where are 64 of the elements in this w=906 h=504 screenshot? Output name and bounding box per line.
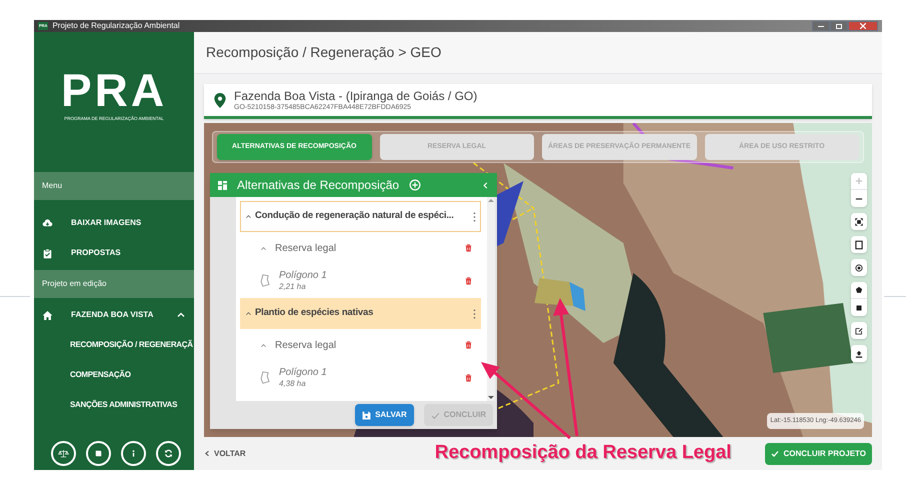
home-icon — [42, 310, 53, 320]
checkmark-icon — [771, 450, 780, 458]
upload-icon — [854, 348, 864, 358]
farm-menu-item[interactable]: FAZENDA BOA VISTA — [34, 300, 194, 330]
scale-icon — [58, 448, 69, 459]
submenu-item[interactable]: RECOMPOSIÇÃO / REGENERAÇÃ — [70, 339, 193, 351]
maximize-button[interactable] — [830, 21, 848, 31]
trash-icon[interactable] — [464, 340, 473, 350]
submenu-item[interactable]: SANÇÕES ADMINISTRATIVAS — [70, 399, 178, 411]
back-link[interactable]: VOLTAR — [204, 448, 246, 460]
polygon-name: Polígono 1 — [279, 367, 327, 379]
close-button[interactable] — [848, 21, 878, 31]
edit-icon — [854, 326, 864, 336]
trash-icon[interactable] — [464, 276, 473, 286]
dashboard-icon — [218, 180, 227, 190]
refresh-button[interactable] — [156, 441, 181, 466]
alternative-item[interactable]: Plantio de espécies nativas — [240, 298, 481, 329]
window-title: Projeto de Regularização Ambiental — [52, 22, 180, 30]
chevron-icon[interactable] — [245, 310, 252, 317]
breadcrumb: Recomposição / Regeneração > GEO — [206, 43, 442, 62]
polygon-area: 2,21 ha — [279, 282, 327, 292]
layers-icon — [854, 240, 864, 250]
submenu-item[interactable]: COMPENSAÇÃO — [70, 369, 131, 381]
alternative-item[interactable]: Condução de regeneração natural de espéci... — [240, 201, 481, 232]
layer-label: Reserva legal — [275, 338, 336, 352]
square-icon — [854, 302, 864, 312]
menu-item[interactable]: BAIXAR IMAGENS — [34, 208, 194, 238]
fullscreen-icon — [854, 216, 864, 226]
add-circle-icon[interactable] — [409, 179, 422, 191]
clipboard-check-icon — [42, 248, 53, 258]
trash-icon[interactable] — [464, 373, 473, 383]
scrollbar[interactable] — [487, 197, 495, 401]
more-options-icon[interactable] — [473, 212, 476, 222]
pentagon-icon — [854, 285, 864, 295]
trash-icon[interactable] — [464, 243, 473, 253]
menu-item[interactable]: PROPOSTAS — [34, 238, 194, 268]
more-options-icon[interactable] — [473, 308, 476, 318]
chevron-left-icon — [204, 450, 210, 457]
section-header: Projeto em edição — [34, 270, 194, 298]
checkmark-icon — [430, 410, 440, 420]
save-button[interactable]: SALVAR — [355, 404, 414, 426]
scale-button[interactable] — [51, 441, 76, 466]
collapse-chevron-icon[interactable] — [482, 180, 489, 190]
zoom-in-icon — [854, 176, 864, 186]
logo-title: PRA — [60, 66, 168, 113]
polygon-shape-icon — [260, 274, 271, 288]
farm-name: Fazenda Boa Vista - (Ipiranga de Goiás / GO) — [234, 88, 478, 102]
layer-label: Reserva legal — [275, 242, 336, 256]
chevron-icon[interactable] — [260, 342, 267, 348]
close-icon — [860, 23, 866, 29]
cloud-download-icon — [42, 218, 53, 228]
chevron-icon[interactable] — [260, 244, 267, 252]
location-pin-icon — [214, 92, 226, 108]
panel-title: Alternativas de Recomposição — [237, 177, 400, 194]
annotation-text: Recomposição da Reserva Legal — [434, 441, 732, 466]
polygon-name: Polígono 1 — [279, 270, 327, 282]
info-button[interactable] — [121, 441, 146, 466]
menu-header: Menu — [34, 172, 194, 200]
chevron-icon[interactable] — [245, 213, 252, 220]
refresh-icon — [163, 448, 174, 459]
locate-icon — [854, 262, 864, 272]
polygon-area: 4,38 ha — [279, 379, 327, 389]
polygon-shape-icon — [260, 371, 271, 385]
minimize-button[interactable] — [812, 21, 830, 31]
